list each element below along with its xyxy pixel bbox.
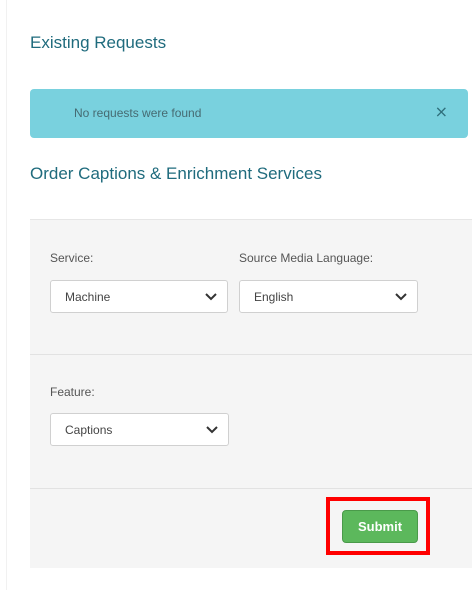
no-requests-alert: No requests were found × bbox=[30, 89, 468, 138]
divider bbox=[30, 354, 472, 355]
close-icon[interactable]: × bbox=[435, 102, 448, 121]
service-value: Machine bbox=[65, 290, 111, 304]
service-label: Service: bbox=[50, 251, 94, 265]
feature-label: Feature: bbox=[50, 385, 95, 399]
submit-button[interactable]: Submit bbox=[342, 510, 418, 543]
page: Existing Requests No requests were found… bbox=[0, 0, 472, 590]
chevron-down-icon bbox=[205, 293, 217, 301]
alert-message: No requests were found bbox=[74, 106, 202, 120]
feature-select[interactable]: Captions bbox=[50, 413, 229, 446]
chevron-down-icon bbox=[395, 293, 407, 301]
divider bbox=[30, 488, 472, 489]
chevron-down-icon bbox=[206, 426, 218, 434]
existing-requests-title: Existing Requests bbox=[30, 33, 167, 52]
source-language-label: Source Media Language: bbox=[239, 251, 374, 265]
service-select[interactable]: Machine bbox=[50, 280, 228, 313]
source-language-value: English bbox=[254, 290, 294, 304]
source-language-select[interactable]: English bbox=[239, 280, 418, 313]
page-edge bbox=[6, 0, 7, 590]
feature-value: Captions bbox=[65, 423, 113, 437]
order-services-title: Order Captions & Enrichment Services bbox=[30, 164, 322, 183]
